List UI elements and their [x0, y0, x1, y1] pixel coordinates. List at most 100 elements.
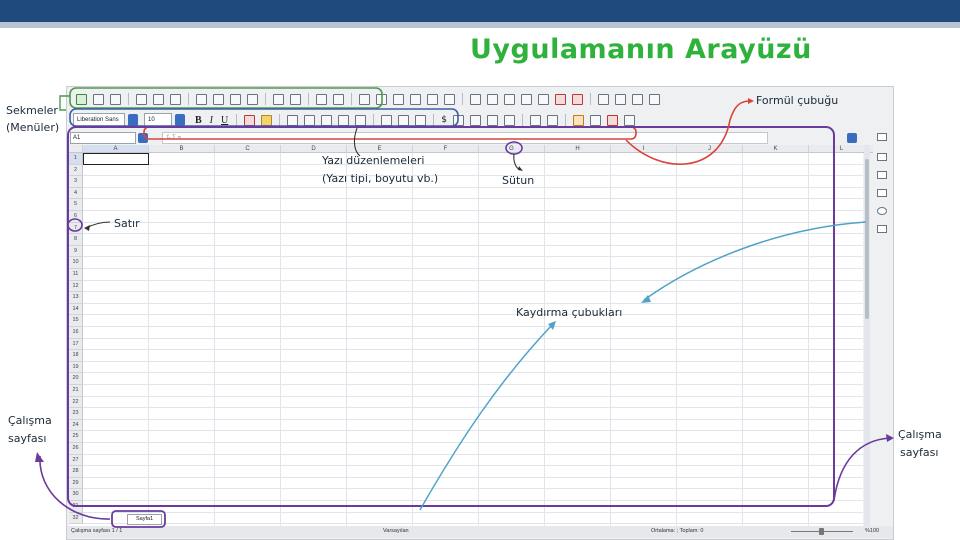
clone-format-icon[interactable]: [247, 93, 258, 105]
highlight-color-icon[interactable]: [261, 114, 273, 126]
percent-icon[interactable]: [452, 114, 464, 126]
row-header[interactable]: 17: [69, 338, 83, 351]
row-header[interactable]: 9: [69, 245, 83, 258]
column-header[interactable]: B: [149, 145, 215, 153]
font-name-field[interactable]: Liberation Sans: [73, 113, 125, 127]
row-header[interactable]: 22: [69, 396, 83, 409]
save-icon[interactable]: [110, 93, 121, 105]
redo-icon[interactable]: [290, 93, 301, 105]
navigator-icon[interactable]: [877, 207, 887, 215]
sort-desc-icon[interactable]: [427, 93, 438, 105]
undo-icon[interactable]: [273, 93, 284, 105]
sort-icon[interactable]: [393, 93, 404, 105]
row-header[interactable]: 27: [69, 454, 83, 467]
row-header[interactable]: 3: [69, 176, 83, 188]
align-left-icon[interactable]: [287, 114, 299, 126]
row-header[interactable]: 1: [69, 153, 83, 165]
row-header[interactable]: 7: [69, 222, 83, 235]
headers-footers-icon[interactable]: [572, 93, 583, 105]
column-header[interactable]: I: [611, 145, 677, 153]
row-header[interactable]: 21: [69, 385, 83, 397]
column-header[interactable]: A: [83, 145, 149, 153]
row-icon[interactable]: [359, 93, 370, 105]
column-header[interactable]: H: [545, 145, 611, 153]
special-character-icon[interactable]: [521, 93, 532, 105]
merge-center-icon[interactable]: [355, 114, 367, 126]
spelling-icon[interactable]: [333, 93, 344, 105]
column-header[interactable]: D: [281, 145, 347, 153]
export-pdf-icon[interactable]: [136, 93, 147, 105]
column-header[interactable]: C: [215, 145, 281, 153]
define-print-area-icon[interactable]: [598, 93, 609, 105]
row-header[interactable]: 25: [69, 431, 83, 443]
gallery-icon[interactable]: [877, 189, 887, 197]
number-format-icon[interactable]: [469, 114, 481, 126]
align-center-icon[interactable]: [304, 114, 316, 126]
currency-button[interactable]: $: [441, 115, 447, 125]
pivot-table-icon[interactable]: [504, 93, 515, 105]
print-icon[interactable]: [153, 93, 164, 105]
formula-input[interactable]: fₓ Σ =: [162, 132, 768, 144]
open-icon[interactable]: [93, 93, 104, 105]
align-top-icon[interactable]: [381, 114, 393, 126]
column-icon[interactable]: [376, 93, 387, 105]
styles-icon[interactable]: [877, 171, 887, 179]
column-header[interactable]: K: [743, 145, 809, 153]
column-header[interactable]: G: [479, 145, 545, 153]
row-header[interactable]: 20: [69, 373, 83, 385]
column-header[interactable]: F: [413, 145, 479, 153]
column-header[interactable]: E: [347, 145, 413, 153]
hyperlink-icon[interactable]: [538, 93, 549, 105]
cell-grid[interactable]: A B C D E F G H I J K L 1 2 3 4 5 6 7 8 9 10 11 12 13 14 15 16 17 18 1…: [69, 145, 875, 527]
font-size-field[interactable]: 10: [144, 113, 172, 127]
row-header[interactable]: 6: [69, 211, 83, 223]
font-size-dropdown-icon[interactable]: [175, 114, 185, 126]
row-header[interactable]: 31: [69, 501, 83, 513]
sort-asc-icon[interactable]: [410, 93, 421, 105]
vertical-scrollbar[interactable]: [864, 145, 870, 527]
expand-formula-icon[interactable]: [847, 133, 857, 143]
delete-decimal-icon[interactable]: [503, 114, 515, 126]
row-header[interactable]: 12: [69, 280, 83, 293]
row-header[interactable]: 4: [69, 187, 83, 200]
increase-indent-icon[interactable]: [529, 114, 541, 126]
conditional-format-icon[interactable]: [623, 114, 635, 126]
copy-icon[interactable]: [213, 93, 224, 105]
italic-button[interactable]: I: [210, 115, 213, 126]
autofilter-icon[interactable]: [444, 93, 455, 105]
add-decimal-icon[interactable]: [486, 114, 498, 126]
row-header[interactable]: 11: [69, 269, 83, 281]
sheet-tab[interactable]: Sayfa1: [127, 513, 163, 525]
row-header[interactable]: 24: [69, 419, 83, 432]
find-icon[interactable]: [316, 93, 327, 105]
row-header[interactable]: 30: [69, 489, 83, 501]
row-header[interactable]: 18: [69, 350, 83, 362]
row-header[interactable]: 5: [69, 199, 83, 211]
wrap-text-icon[interactable]: [338, 114, 350, 126]
font-name-dropdown-icon[interactable]: [128, 114, 138, 126]
functions-icon[interactable]: [877, 225, 887, 233]
row-header[interactable]: 16: [69, 327, 83, 339]
comment-icon[interactable]: [555, 93, 566, 105]
select-all-corner[interactable]: [69, 145, 83, 153]
sidebar-menu-icon[interactable]: [877, 133, 887, 141]
chart-icon[interactable]: [487, 93, 498, 105]
active-cell[interactable]: [83, 153, 149, 165]
split-window-icon[interactable]: [632, 93, 643, 105]
borders-icon[interactable]: [572, 114, 584, 126]
row-header[interactable]: 15: [69, 315, 83, 327]
paste-icon[interactable]: [230, 93, 241, 105]
cut-icon[interactable]: [196, 93, 207, 105]
align-right-icon[interactable]: [321, 114, 333, 126]
border-color-icon[interactable]: [606, 114, 618, 126]
freeze-rows-icon[interactable]: [615, 93, 626, 105]
spreadsheet-icon[interactable]: [76, 93, 87, 105]
draw-functions-icon[interactable]: [649, 93, 660, 105]
row-header[interactable]: 2: [69, 164, 83, 177]
bold-button[interactable]: B: [195, 115, 202, 126]
row-header[interactable]: 26: [69, 443, 83, 455]
name-box-dropdown-icon[interactable]: [138, 133, 148, 143]
center-vertically-icon[interactable]: [398, 114, 410, 126]
row-header[interactable]: 13: [69, 292, 83, 304]
row-header[interactable]: 29: [69, 477, 83, 490]
